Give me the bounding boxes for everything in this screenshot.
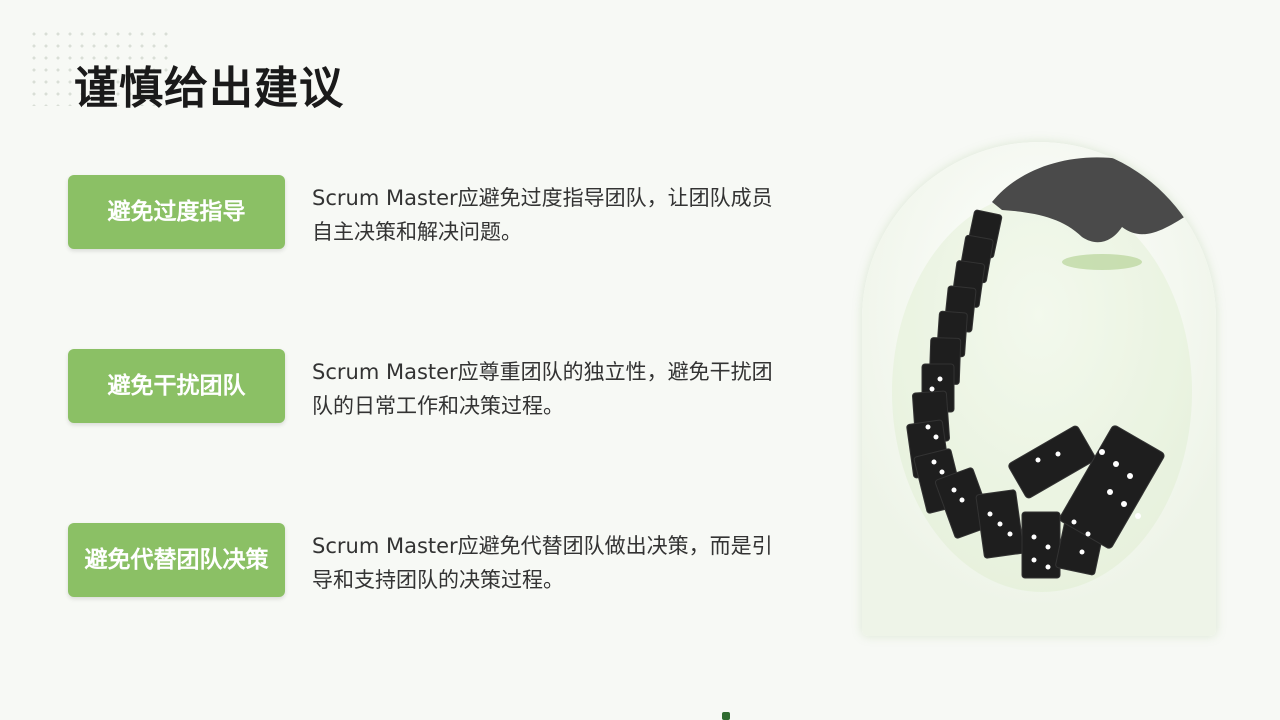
advice-label-badge: 避免干扰团队	[68, 349, 285, 423]
page-title: 谨慎给出建议	[74, 63, 344, 114]
advice-item: 避免干扰团队 Scrum Master应尊重团队的独立性，避免干扰团队的日常工作…	[68, 349, 808, 425]
advice-item: 避免过度指导 Scrum Master应避免过度指导团队，让团队成员自主决策和解…	[68, 175, 808, 251]
advice-description: Scrum Master应避免代替团队做出决策，而是引导和支持团队的决策过程。	[312, 534, 773, 592]
footer-mark-icon	[722, 712, 730, 720]
slide: 谨慎给出建议 避免过度指导 Scrum Master应避免过度指导团队，让团队成…	[0, 0, 1280, 720]
advice-description: Scrum Master应避免过度指导团队，让团队成员自主决策和解决问题。	[312, 186, 773, 244]
dominoes-photo	[862, 142, 1216, 636]
advice-label-badge: 避免代替团队决策	[68, 523, 285, 597]
advice-label-badge: 避免过度指导	[68, 175, 285, 249]
advice-description: Scrum Master应尊重团队的独立性，避免干扰团队的日常工作和决策过程。	[312, 360, 773, 418]
dominoes-illustration	[862, 142, 1216, 636]
advice-item: 避免代替团队决策 Scrum Master应避免代替团队做出决策，而是引导和支持…	[68, 523, 808, 599]
